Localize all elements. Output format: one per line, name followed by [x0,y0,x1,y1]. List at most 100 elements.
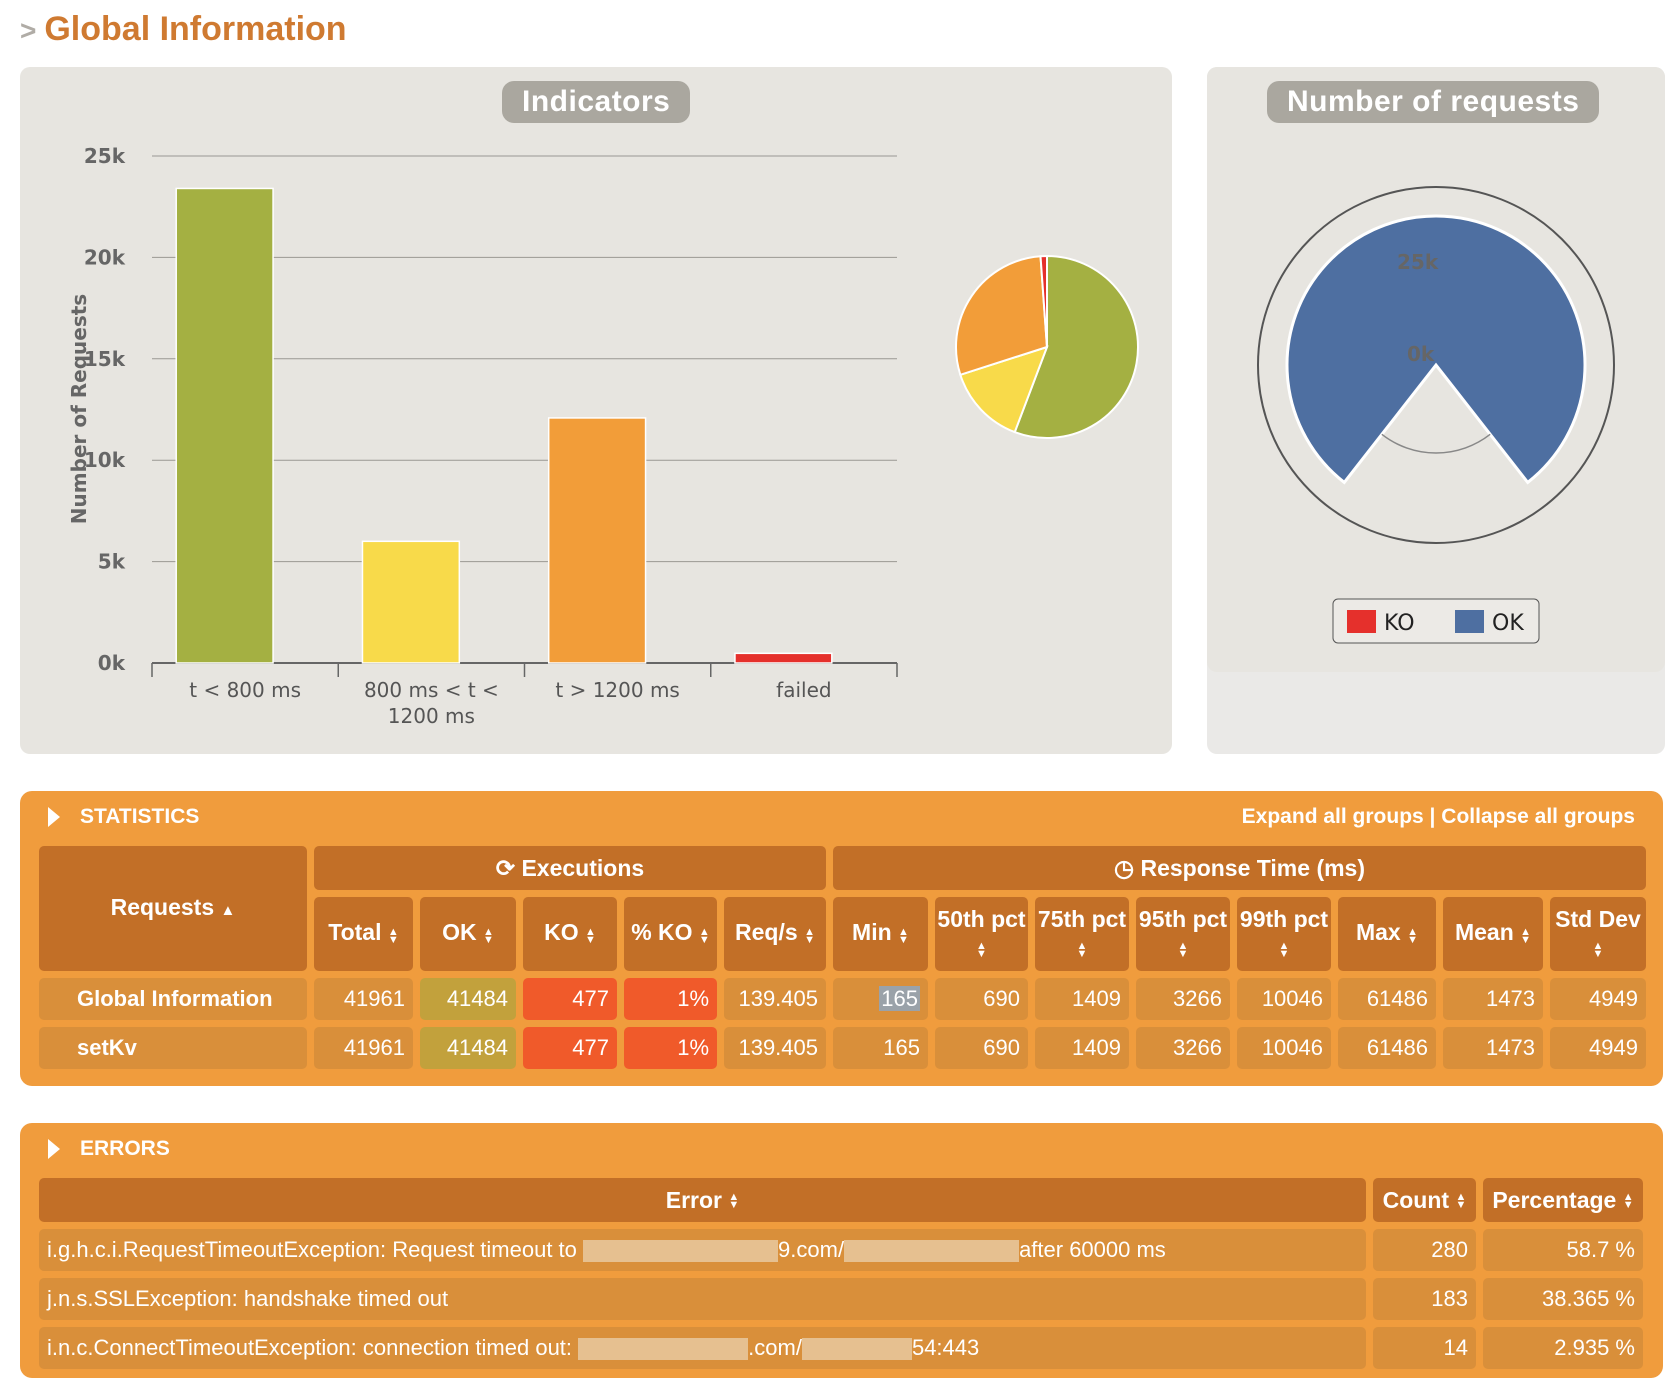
header-col[interactable]: Mean ▲ ▼ [1443,897,1543,971]
table-row: i.g.h.c.i.RequestTimeoutException: Reque… [39,1229,1643,1271]
clock-icon: ◷ [1114,854,1135,881]
x-tick-label: t < 800 ms [189,678,301,702]
header-col[interactable]: 75th pct ▲ ▼ [1035,897,1129,971]
label: setKv [77,1035,137,1060]
label: KO [544,919,579,945]
indicators-chart: 0k5k10k15k20k25kNumber of Requestst < 80… [67,144,1139,728]
label: Error [665,1186,722,1213]
table-row: Global Information 41961 41484 477 1% 139.405… [39,978,1646,1020]
label: 54:443 [911,1335,980,1360]
label: .com/ [748,1335,802,1360]
label: Std Dev [1555,905,1641,932]
label: 165 [879,986,920,1011]
errors-section: ERRORS Error ▲ ▼ Count ▲ ▼ Percentage ▲ ▼ i.g.… [20,1123,1663,1378]
sort-icon: ▲ ▼ [698,926,710,947]
sort-icon: ▲ ▼ [1520,926,1532,947]
errors-table: Error ▲ ▼ Count ▲ ▼ Percentage ▲ ▼ i.g.h.c.i.R… [32,1171,1650,1376]
label: 690 [983,1035,1020,1060]
label: Requests [110,893,215,920]
label: 41961 [343,1035,405,1060]
errors-toggle[interactable]: ERRORS [48,1137,170,1161]
header-col[interactable]: Std Dev ▲ ▼ [1550,897,1646,971]
page-title: > Global Information [20,10,347,49]
sort-icon: ▲ ▼ [728,1191,740,1212]
collapse-all-link[interactable]: Collapse all groups [1441,805,1635,828]
label: i.g.h.c.i.RequestTimeoutException: Reque… [47,1237,577,1262]
label: 10046 [1261,986,1323,1011]
error-percentage: 2.935 % [1483,1327,1643,1369]
cell: 61486 [1338,978,1436,1020]
table-row: setKv 41961 41484 477 1% 139.405 165 690 1409 326… [39,1027,1646,1069]
error-message: i.g.h.c.i.RequestTimeoutException: Reque… [39,1229,1366,1271]
label: after 60000 ms [1019,1237,1166,1262]
label: 1473 [1486,986,1535,1011]
label: Response Time (ms) [1140,854,1365,881]
label: Global Information [77,986,273,1011]
statistics-toggle[interactable]: STATISTICS [48,805,199,829]
label: 4949 [1589,1035,1638,1060]
header-error[interactable]: Error ▲ ▼ [39,1178,1366,1222]
y-tick-label: 25k [84,144,126,168]
cell: 3266 [1136,1027,1230,1069]
y-tick-label: 20k [84,245,126,269]
chevron-right-icon: > [20,15,37,46]
header-col[interactable]: KO ▲ ▼ [523,897,617,971]
label: 10046 [1261,1035,1323,1060]
label: STATISTICS [80,805,200,828]
cell: 1% [624,1027,717,1069]
header-response-time: ◷ Response Time (ms) [833,846,1646,890]
redacted-text [578,1338,749,1361]
table-row: j.n.s.SSLException: handshake timed out 1… [39,1278,1643,1320]
error-count: 183 [1373,1278,1476,1320]
label: 41484 [446,986,508,1011]
header-col[interactable]: Min ▲ ▼ [833,897,928,971]
cell: 61486 [1338,1027,1436,1069]
cell: 41484 [420,978,516,1020]
request-name-link[interactable]: Global Information [39,978,307,1020]
bar-3 [734,652,833,664]
label: 99th pct [1239,905,1329,932]
header-col[interactable]: Max ▲ ▼ [1338,897,1436,971]
header-col[interactable]: Total ▲ ▼ [314,897,413,971]
header-count[interactable]: Count ▲ ▼ [1373,1178,1476,1222]
x-tick-label: 1200 ms [388,704,475,728]
expand-all-link[interactable]: Expand all groups [1242,805,1424,828]
header-percentage[interactable]: Percentage ▲ ▼ [1483,1178,1643,1222]
error-percentage: 58.7 % [1483,1229,1643,1271]
header-col[interactable]: 99th pct ▲ ▼ [1237,897,1331,971]
y-tick-label: 5k [98,550,126,574]
request-name-link[interactable]: setKv [39,1027,307,1069]
cell: 41961 [314,1027,413,1069]
sort-icon: ▲ ▼ [898,926,909,947]
triangle-right-icon [48,807,60,828]
cell: 690 [935,978,1028,1020]
header-requests[interactable]: Requests ▲ [39,846,307,971]
cell: 477 [523,1027,617,1069]
cell: 41961 [314,978,413,1020]
label: Count [1382,1186,1450,1213]
header-col[interactable]: 50th pct ▲ ▼ [935,897,1028,971]
x-tick-label: t > 1200 ms [555,678,679,702]
cell: 4949 [1550,1027,1646,1069]
inner-arc [1381,433,1491,454]
sort-icon: ▲ ▼ [1622,1191,1634,1212]
cell: 165 [833,1027,928,1069]
cell: 477 [523,978,617,1020]
cell: 10046 [1237,978,1331,1020]
cell: 41484 [420,1027,516,1069]
label: Global Information [44,10,347,48]
error-count: 280 [1373,1229,1476,1271]
header-col[interactable]: OK ▲ ▼ [420,897,516,971]
refresh-icon: ⟳ [495,854,516,881]
redacted-text [801,1338,912,1361]
label: 1% [677,986,709,1011]
cell: 10046 [1237,1027,1331,1069]
x-tick-label: 800 ms < t < [364,678,499,702]
label: 690 [983,986,1020,1011]
header-col[interactable]: % KO ▲ ▼ [624,897,717,971]
label: 139.405 [738,986,818,1011]
sort-icon: ▲ ▼ [483,926,494,947]
header-col[interactable]: 95th pct ▲ ▼ [1136,897,1230,971]
header-col[interactable]: Req/s ▲ ▼ [724,897,826,971]
label: % KO [631,919,693,945]
